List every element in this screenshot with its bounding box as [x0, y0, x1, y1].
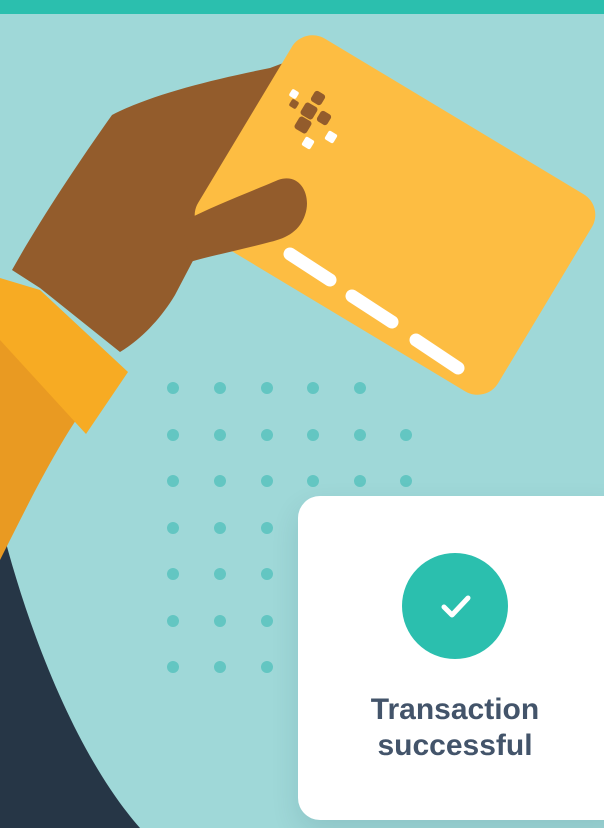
transaction-status-card: Transaction successful	[298, 496, 604, 820]
status-line-1: Transaction	[370, 693, 540, 726]
checkmark-icon	[441, 595, 471, 618]
success-badge	[402, 553, 508, 659]
status-line-2: successful	[377, 729, 533, 762]
payment-success-screen: Transaction successful	[0, 0, 604, 828]
transaction-status-message: Transaction successful	[298, 692, 604, 764]
arm-shape	[0, 520, 140, 828]
